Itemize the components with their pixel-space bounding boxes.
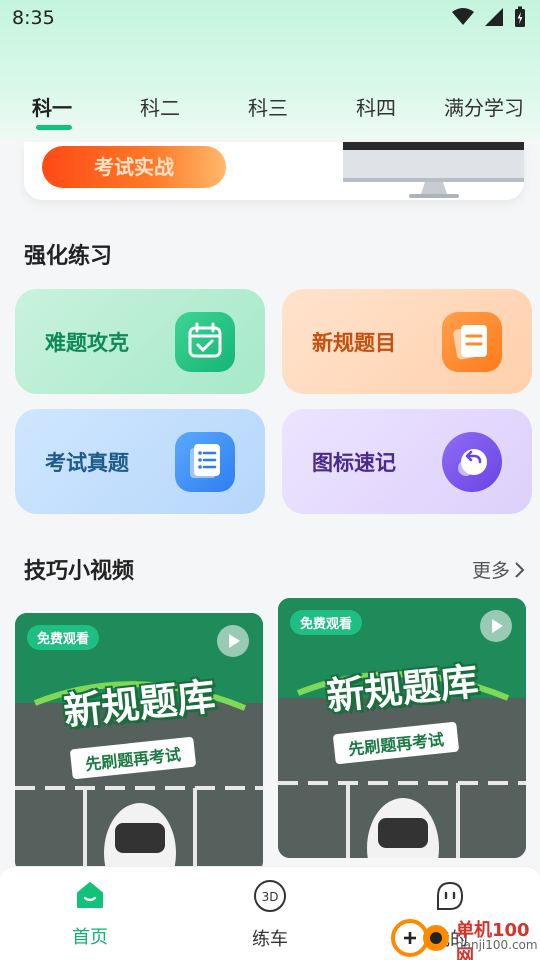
more-videos-link[interactable]: 更多	[472, 556, 526, 583]
practice-card-difficult[interactable]: 难题攻克	[15, 289, 265, 394]
computer-monitor-image	[343, 142, 524, 198]
play-icon[interactable]	[217, 625, 249, 657]
practice-label-sign-memo: 图标速记	[312, 451, 396, 475]
tab-ke1[interactable]: 科一	[32, 92, 72, 121]
nav-practice-car-label: 练车	[252, 929, 288, 950]
free-badge: 免费观看	[290, 610, 363, 635]
svg-text:3D: 3D	[262, 890, 279, 904]
face-icon	[437, 881, 464, 910]
practice-section-title: 强化练习	[24, 244, 113, 269]
document-icon	[442, 312, 502, 372]
signal-icon	[485, 8, 503, 26]
status-time: 8:35	[12, 7, 55, 29]
header: 8:35 科一 科二 科三 科四 满分学习	[0, 0, 540, 140]
back-arrow-icon	[442, 432, 502, 492]
home-icon	[77, 882, 103, 908]
3d-icon: 3D	[254, 880, 286, 912]
tab-ke3[interactable]: 科三	[248, 92, 288, 121]
list-document-icon	[175, 432, 235, 492]
status-bar: 8:35	[0, 0, 540, 36]
practice-label-real-exam: 考试真题	[45, 451, 129, 475]
tab-ke4[interactable]: 科四	[356, 92, 396, 121]
exam-practice-button[interactable]: 考试实战	[42, 146, 226, 188]
watermark-logo	[391, 919, 449, 957]
nav-home-label: 首页	[72, 927, 108, 948]
calendar-check-icon	[175, 312, 235, 372]
practice-label-difficult: 难题攻克	[45, 331, 129, 355]
chevron-right-icon	[515, 561, 525, 578]
wifi-icon	[452, 8, 474, 25]
practice-label-new-rules: 新规题目	[312, 331, 396, 355]
practice-card-new-rules[interactable]: 新规题目	[282, 289, 532, 394]
watermark: 单机100网 danji100.com	[390, 916, 540, 960]
nav-home[interactable]: 首页	[40, 879, 140, 949]
video-section-title: 技巧小视频	[24, 559, 135, 584]
nav-practice-car[interactable]: 3D 练车	[220, 879, 320, 951]
play-icon[interactable]	[480, 610, 512, 642]
video-card-2[interactable]: 免费观看 新规题库 先刷题再考试	[278, 598, 526, 858]
free-badge: 免费观看	[27, 625, 100, 650]
status-icons	[452, 6, 526, 28]
watermark-url: danji100.com	[456, 938, 538, 952]
more-label: 更多	[471, 560, 510, 582]
practice-card-real-exam[interactable]: 考试真题	[15, 409, 265, 514]
tab-ke2[interactable]: 科二	[140, 92, 180, 121]
active-tab-indicator	[36, 125, 72, 130]
battery-icon	[515, 6, 525, 27]
video-card-1[interactable]: 免费观看 新规题库 先刷题再考试	[15, 613, 263, 873]
tab-full-score[interactable]: 满分学习	[444, 92, 524, 121]
subject-tabs: 科一 科二 科三 科四 满分学习	[0, 86, 540, 136]
exam-card: 考试实战	[24, 142, 524, 200]
practice-card-sign-memo[interactable]: 图标速记	[282, 409, 532, 514]
